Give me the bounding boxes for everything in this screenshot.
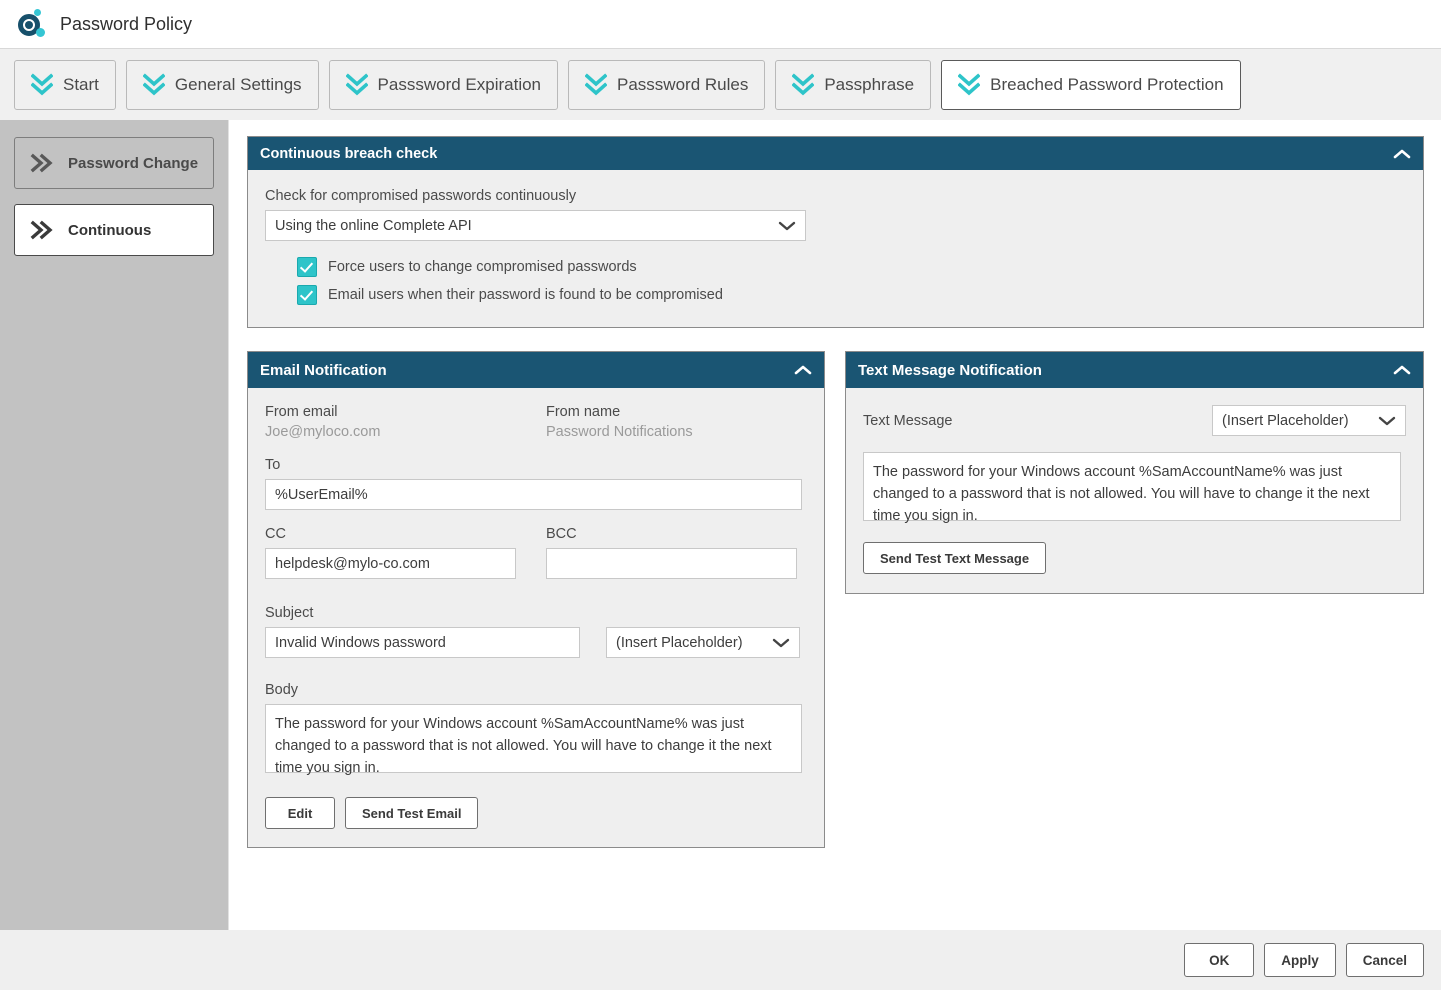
page-title: Password Policy (60, 14, 192, 35)
sms-insert-placeholder-value: (Insert Placeholder) (1222, 413, 1349, 429)
title-bar: Password Policy (0, 0, 1441, 48)
subject-input[interactable]: Invalid Windows password (265, 627, 580, 658)
panel-body: Check for compromised passwords continuo… (248, 170, 1423, 327)
tab-passphrase[interactable]: Passphrase (775, 60, 931, 110)
email-users-label: Email users when their password is found… (328, 287, 723, 303)
tab-label: General Settings (175, 75, 302, 95)
continuous-breach-check-panel: Continuous breach check Check for compro… (247, 136, 1424, 328)
to-value: %UserEmail% (275, 487, 368, 503)
sidebar-item-password-change[interactable]: Password Change (14, 137, 214, 189)
email-users-checkbox-row: Email users when their password is found… (297, 285, 1406, 305)
sidebar: Password Change Continuous (0, 120, 229, 930)
from-name-label: From name (546, 404, 802, 420)
cc-value: helpdesk@mylo-co.com (275, 556, 430, 572)
tab-bar: Start General Settings Passsword Expirat… (0, 48, 1441, 120)
chevron-down-icon (772, 637, 790, 649)
double-chevron-down-icon (346, 72, 368, 98)
chevron-up-icon[interactable] (1393, 364, 1411, 376)
from-name-value: Password Notifications (546, 424, 802, 440)
panel-body: Text Message (Insert Placeholder) The pa… (846, 388, 1423, 593)
tab-label: Passsword Expiration (378, 75, 541, 95)
tab-start[interactable]: Start (14, 60, 116, 110)
body-label: Body (265, 682, 807, 698)
double-chevron-down-icon (958, 72, 980, 98)
force-change-label: Force users to change compromised passwo… (328, 259, 637, 275)
bcc-input[interactable] (546, 548, 797, 579)
subject-value: Invalid Windows password (275, 635, 446, 651)
cc-input[interactable]: helpdesk@mylo-co.com (265, 548, 516, 579)
cc-label: CC (265, 526, 546, 542)
sms-message-value: The password for your Windows account %S… (873, 464, 1370, 524)
subject-label: Subject (265, 605, 807, 621)
panel-title: Email Notification (260, 362, 387, 379)
tab-label: Passphrase (824, 75, 914, 95)
sms-insert-placeholder-select[interactable]: (Insert Placeholder) (1212, 405, 1406, 436)
sidebar-item-continuous[interactable]: Continuous (14, 204, 214, 256)
email-notification-panel: Email Notification From email Joe@myloco… (247, 351, 825, 848)
panel-header[interactable]: Email Notification (248, 352, 824, 388)
email-users-checkbox[interactable] (297, 285, 317, 305)
double-chevron-down-icon (31, 72, 53, 98)
panel-body: From email Joe@myloco.com From name Pass… (248, 388, 824, 847)
chevron-down-icon (778, 220, 796, 232)
bcc-label: BCC (546, 526, 802, 542)
email-insert-placeholder-value: (Insert Placeholder) (616, 635, 743, 651)
chevron-up-icon[interactable] (794, 364, 812, 376)
body-area: Password Change Continuous Continuous br… (0, 120, 1441, 930)
apply-button[interactable]: Apply (1264, 943, 1336, 977)
force-change-checkbox[interactable] (297, 257, 317, 277)
chevron-down-icon (1378, 415, 1396, 427)
send-test-email-button[interactable]: Send Test Email (345, 797, 478, 829)
chevron-up-icon[interactable] (1393, 148, 1411, 160)
tab-label: Start (63, 75, 99, 95)
send-test-text-message-button[interactable]: Send Test Text Message (863, 542, 1046, 574)
tab-label: Breached Password Protection (990, 75, 1223, 95)
tab-password-expiration[interactable]: Passsword Expiration (329, 60, 558, 110)
text-message-label: Text Message (863, 413, 952, 429)
edit-button[interactable]: Edit (265, 797, 335, 829)
breach-mode-value: Using the online Complete API (275, 218, 472, 234)
breach-mode-select[interactable]: Using the online Complete API (265, 210, 806, 241)
email-insert-placeholder-select[interactable]: (Insert Placeholder) (606, 627, 800, 658)
double-chevron-right-icon (29, 152, 55, 174)
from-email-label: From email (265, 404, 546, 420)
sidebar-item-label: Continuous (68, 222, 151, 239)
to-label: To (265, 457, 807, 473)
double-chevron-down-icon (585, 72, 607, 98)
panel-header[interactable]: Text Message Notification (846, 352, 1423, 388)
breach-mode-label: Check for compromised passwords continuo… (265, 188, 1406, 204)
cancel-button[interactable]: Cancel (1346, 943, 1424, 977)
content-area: Continuous breach check Check for compro… (230, 120, 1441, 930)
circle-target-logo-icon (14, 7, 48, 41)
footer-bar: OK Apply Cancel (0, 930, 1441, 990)
tab-label: Passsword Rules (617, 75, 748, 95)
sidebar-item-label: Password Change (68, 155, 198, 172)
body-value: The password for your Windows account %S… (275, 716, 772, 776)
ok-button[interactable]: OK (1184, 943, 1254, 977)
tab-general-settings[interactable]: General Settings (126, 60, 319, 110)
text-message-notification-panel: Text Message Notification Text Message (… (845, 351, 1424, 594)
panel-header[interactable]: Continuous breach check (248, 137, 1423, 170)
double-chevron-down-icon (792, 72, 814, 98)
double-chevron-right-icon (29, 219, 55, 241)
panel-title: Text Message Notification (858, 362, 1042, 379)
panel-title: Continuous breach check (260, 146, 437, 162)
to-input[interactable]: %UserEmail% (265, 479, 802, 510)
from-email-value: Joe@myloco.com (265, 424, 546, 440)
tab-password-rules[interactable]: Passsword Rules (568, 60, 765, 110)
body-textarea[interactable]: The password for your Windows account %S… (265, 704, 802, 773)
force-change-checkbox-row: Force users to change compromised passwo… (297, 257, 1406, 277)
double-chevron-down-icon (143, 72, 165, 98)
tab-breached-password-protection[interactable]: Breached Password Protection (941, 60, 1240, 110)
sms-message-textarea[interactable]: The password for your Windows account %S… (863, 452, 1401, 521)
